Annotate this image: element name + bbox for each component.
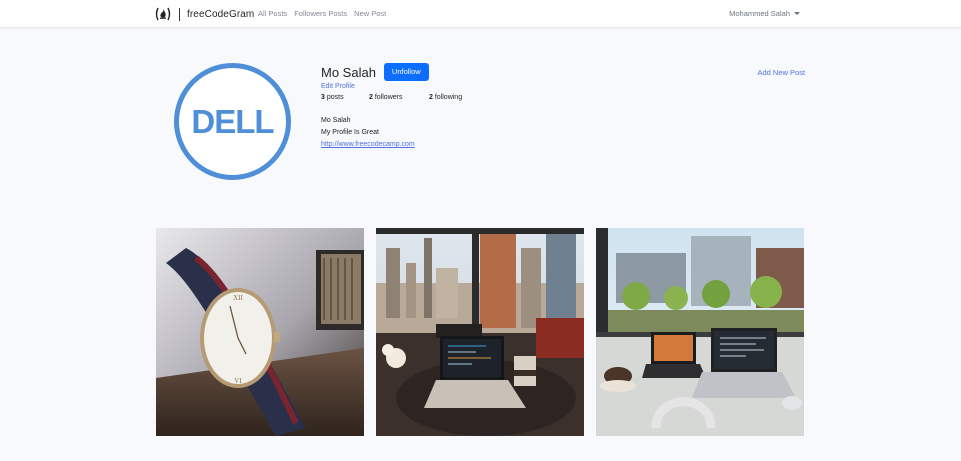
stat-posts: 3 posts [321, 94, 369, 101]
stat-followers: 2 followers [369, 94, 429, 101]
laptops-canal-view-photo [596, 228, 804, 436]
freecodecamp-logo-icon [155, 7, 171, 21]
laptop-city-window-photo [376, 228, 584, 436]
bio-title: Mo Salah [321, 117, 351, 124]
post-thumbnail-city-laptop[interactable] [376, 228, 584, 436]
add-new-post-link[interactable]: Add New Post [757, 68, 805, 77]
user-name: Mohammed Salah [729, 9, 790, 18]
profile-name-row: Mo Salah Unfollow [321, 62, 805, 82]
stat-following-count: 2 [429, 94, 433, 101]
brand-link[interactable]: freeCodeGram [155, 6, 254, 22]
nav-links: All Posts Followers Posts New Post [258, 9, 386, 18]
brand-separator [179, 7, 180, 21]
stat-posts-count: 3 [321, 94, 325, 101]
user-menu-dropdown[interactable]: Mohammed Salah [729, 9, 800, 18]
profile-avatar: DELL [171, 60, 294, 183]
bio-description: My Profile Is Great [321, 129, 379, 136]
svg-text:VI: VI [234, 377, 242, 385]
dell-logo-text: DELL [191, 103, 274, 140]
navbar: freeCodeGram All Posts Followers Posts N… [0, 0, 961, 28]
stat-following: 2 following [429, 94, 462, 101]
profile-stats: 3 posts 2 followers 2 following [321, 94, 805, 101]
brand-name: freeCodeGram [187, 8, 255, 20]
nav-link-followers-posts[interactable]: Followers Posts [294, 9, 347, 18]
svg-text:XII: XII [233, 294, 243, 302]
stat-posts-label: posts [326, 94, 344, 101]
stat-followers-count: 2 [369, 94, 373, 101]
post-thumbnail-watch[interactable]: XII VI [156, 228, 364, 436]
profile-info: Mo Salah Unfollow Add New Post Edit Prof… [321, 62, 805, 151]
nav-link-all-posts[interactable]: All Posts [258, 9, 287, 18]
post-thumbnail-canal-laptops[interactable] [596, 228, 804, 436]
wristwatch-photo: XII VI [156, 228, 364, 436]
stat-following-label: following [434, 94, 463, 101]
stat-followers-label: followers [374, 94, 403, 101]
profile-bio: Mo Salah My Profile Is Great http://www.… [321, 115, 805, 151]
unfollow-button[interactable]: Unfollow [383, 63, 429, 81]
edit-profile-link[interactable]: Edit Profile [321, 83, 805, 90]
dell-logo-image: DELL [174, 63, 291, 180]
bio-url-link[interactable]: http://www.freecodecamp.com [321, 141, 415, 148]
nav-link-new-post[interactable]: New Post [354, 9, 386, 18]
caret-down-icon [794, 12, 800, 15]
profile-name: Mo Salah [321, 64, 376, 80]
